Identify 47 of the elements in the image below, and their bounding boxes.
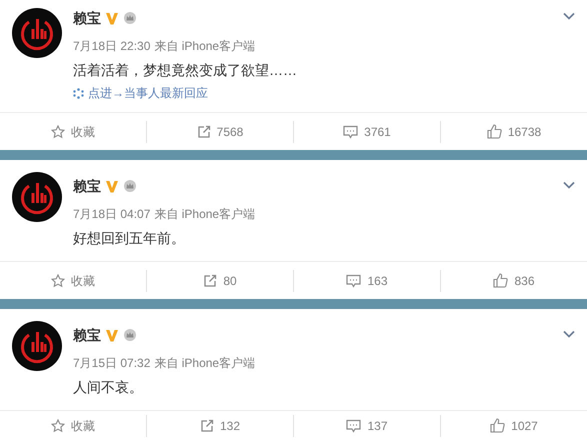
repost-button[interactable]: 7568 [147, 113, 293, 150]
post-text: 好想回到五年前。 [73, 229, 186, 247]
crown-icon[interactable] [123, 11, 137, 25]
star-icon [51, 124, 65, 138]
reply-link[interactable]: 点进→当事人最新回应 [88, 84, 208, 102]
post-source: 来自 iPhone客户端 [154, 206, 256, 222]
crown-icon[interactable] [123, 328, 137, 342]
chevron-down-icon[interactable] [563, 181, 575, 189]
comment-button[interactable]: 3761 [294, 113, 440, 150]
author-name[interactable]: 赖宝 [73, 324, 101, 346]
post-source: 来自 iPhone客户端 [154, 38, 256, 54]
star-icon [51, 274, 65, 288]
comment-icon [346, 418, 362, 432]
like-button[interactable]: 836 [441, 262, 587, 299]
repost-button[interactable]: 132 [147, 411, 293, 440]
favorite-button[interactable]: 收藏 [0, 411, 146, 440]
thumbs-up-icon [493, 273, 508, 288]
sparkle-icon [73, 88, 84, 98]
avatar-icon[interactable] [12, 172, 62, 222]
post-source: 来自 iPhone客户端 [154, 355, 256, 371]
comment-button[interactable]: 163 [294, 262, 440, 299]
comment-icon [346, 274, 362, 288]
star-icon [51, 418, 65, 432]
repost-button[interactable]: 80 [147, 262, 293, 299]
favorite-button[interactable]: 收藏 [0, 262, 146, 299]
like-button[interactable]: 16738 [441, 113, 587, 150]
comment-icon [343, 124, 358, 138]
author-name[interactable]: 赖宝 [73, 176, 101, 196]
share-icon [200, 418, 214, 432]
avatar-icon[interactable] [12, 8, 62, 58]
thumbs-up-icon [486, 124, 502, 139]
avatar-icon[interactable] [12, 321, 62, 371]
post-text: 活着活着，梦想竟然变成了欲望…… [73, 61, 297, 79]
author-name[interactable]: 赖宝 [73, 8, 101, 28]
share-icon [203, 274, 218, 288]
post-text: 人间不哀。 [73, 378, 144, 396]
post-time[interactable]: 7月18日 04:07 [73, 206, 150, 222]
thumbs-up-icon [490, 418, 506, 433]
chevron-down-icon[interactable] [563, 330, 575, 338]
like-button[interactable]: 1027 [441, 411, 587, 440]
post-time[interactable]: 7月15日 07:32 [73, 355, 150, 371]
comment-button[interactable]: 137 [294, 411, 440, 440]
crown-icon[interactable] [123, 179, 137, 193]
share-icon [196, 124, 211, 138]
favorite-button[interactable]: 收藏 [0, 113, 146, 150]
post-time[interactable]: 7月18日 22:30 [73, 38, 150, 54]
chevron-down-icon[interactable] [563, 12, 575, 20]
